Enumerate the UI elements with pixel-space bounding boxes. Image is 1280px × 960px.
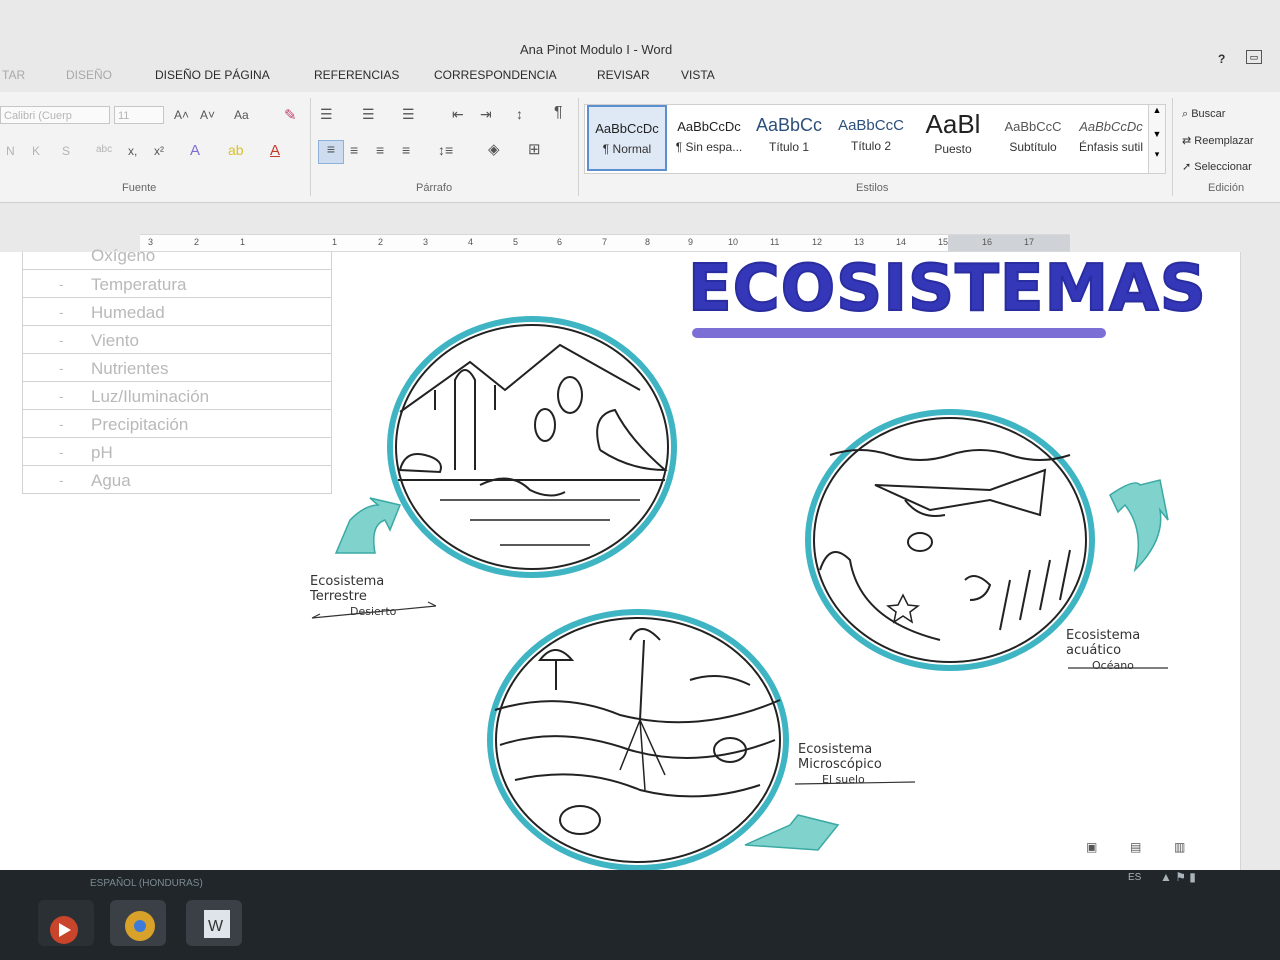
- media-player-icon[interactable]: [38, 900, 94, 946]
- label-line: El suelo: [822, 773, 865, 786]
- web-layout-icon[interactable]: ▥: [1174, 840, 1185, 854]
- label-line: Ecosistema: [310, 574, 385, 589]
- ecosystem-drawing: [311, 316, 1169, 870]
- word-taskbar-icon[interactable]: W: [186, 900, 242, 946]
- label-line: Ecosistema: [1066, 628, 1141, 643]
- svg-text:W: W: [208, 918, 224, 935]
- soil-ecosystem-circle: [487, 609, 789, 870]
- label-line: acuático: [1066, 643, 1122, 658]
- tray-language[interactable]: ES: [1128, 872, 1141, 883]
- print-layout-icon[interactable]: ▤: [1130, 840, 1141, 854]
- label-line: Océano: [1092, 659, 1134, 672]
- aquatic-label: Ecosistema acuático Océano: [1066, 628, 1140, 673]
- network-icon[interactable]: ▲ ⚑ ▮: [1160, 870, 1196, 884]
- arrow-icon: [334, 497, 402, 554]
- chrome-icon[interactable]: [110, 900, 166, 946]
- arrow-icon: [744, 814, 840, 851]
- label-line: Terrestre: [310, 589, 367, 604]
- arrow-icon: [1109, 479, 1169, 573]
- label-line: Microscópico: [798, 757, 882, 772]
- aquatic-ecosystem-circle: [805, 409, 1095, 671]
- label-line: Desierto: [350, 605, 397, 618]
- soil-label: Ecosistema Microscópico El suelo: [798, 742, 882, 787]
- desert-ecosystem-circle: [387, 316, 677, 578]
- label-line: Ecosistema: [798, 742, 873, 757]
- view-buttons: ▣ ▤ ▥: [1080, 838, 1270, 858]
- read-mode-icon[interactable]: ▣: [1086, 840, 1097, 854]
- status-language[interactable]: ESPAÑOL (HONDURAS): [90, 878, 203, 889]
- word-window: Ana Pinot Modulo I - Word ? ▭ TAR DISEÑO…: [0, 0, 1280, 870]
- terrestrial-label: Ecosistema Terrestre Desierto: [310, 574, 396, 619]
